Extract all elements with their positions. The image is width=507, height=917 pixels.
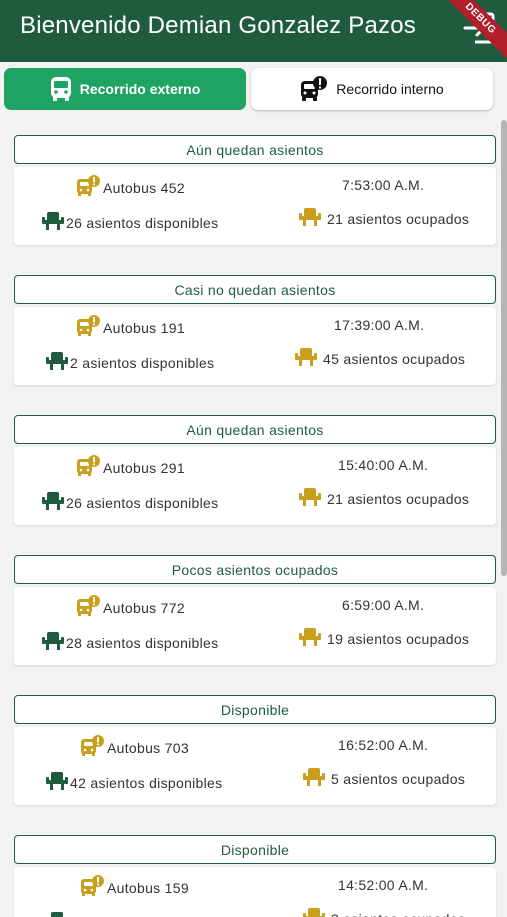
bus-card[interactable]: Aún quedan asientos Autobus 452 7:53:00 A.… — [14, 135, 496, 245]
seat-icon — [295, 347, 317, 370]
bus-name-row: Autobus 191 — [77, 315, 185, 340]
tab-label: Recorrido interno — [336, 81, 444, 97]
occupied-seats-row: 19 asientos ocupados — [299, 627, 469, 650]
bus-name-row: Autobus 452 — [77, 175, 185, 200]
status-header: Aún quedan asientos — [14, 415, 496, 444]
departure-time: 6:59:00 A.M. — [342, 597, 425, 613]
bus-name: Autobus 291 — [103, 459, 185, 476]
bus-card[interactable]: Aún quedan asientos Autobus 291 15:40:00 A… — [14, 415, 496, 525]
bus-name-row: Autobus 291 — [77, 455, 185, 480]
bus-name-row: Autobus 703 — [81, 735, 189, 760]
occupied-seats-row: 45 asientos ocupados — [295, 347, 465, 370]
departure-time: 15:40:00 A.M. — [338, 457, 429, 473]
seat-icon — [299, 207, 321, 230]
bus-card-body: Autobus 159 14:52:00 A.M. 44 asientos disp… — [14, 867, 496, 917]
occupied-seats-row: 5 asientos ocupados — [303, 767, 465, 790]
seat-icon — [42, 631, 64, 654]
seat-icon — [303, 907, 325, 917]
bus-card[interactable]: Casi no quedan asientos Autobus 191 17:39:… — [14, 275, 496, 385]
available-seats-row: 26 asientos disponibles — [42, 211, 218, 234]
seat-icon — [299, 627, 321, 650]
bus-name: Autobus 772 — [103, 599, 185, 616]
bus-name-row: Autobus 159 — [81, 875, 189, 900]
occupied-seats: 3 asientos ocupados — [331, 911, 465, 917]
available-seats-row: 42 asientos disponibles — [46, 771, 222, 794]
departure-time: 16:52:00 A.M. — [338, 737, 429, 753]
occupied-seats: 21 asientos ocupados — [327, 210, 470, 227]
bus-alert-icon — [77, 315, 101, 340]
bus-card-body: Autobus 772 6:59:00 A.M. 28 asientos dispo… — [14, 587, 496, 665]
bus-alert-icon — [77, 595, 101, 620]
occupied-seats: 45 asientos ocupados — [323, 350, 466, 367]
available-seats: 2 asientos disponibles — [70, 354, 215, 371]
bus-card[interactable]: Pocos asientos ocupados Autobus 772 6:59:0… — [14, 555, 496, 665]
seat-icon — [46, 911, 68, 917]
status-header: Disponible — [14, 695, 496, 724]
seat-icon — [299, 487, 321, 510]
scrollbar[interactable] — [501, 120, 507, 576]
bus-alert-icon — [81, 735, 105, 760]
status-header: Casi no quedan asientos — [14, 275, 496, 304]
available-seats: 28 asientos disponibles — [66, 634, 219, 651]
bus-name: Autobus 159 — [107, 879, 189, 896]
available-seats-row: 28 asientos disponibles — [42, 631, 218, 654]
page-title: Bienvenido Demian Gonzalez Pazos — [20, 12, 416, 39]
bus-name: Autobus 703 — [107, 739, 189, 756]
occupied-seats-row: 21 asientos ocupados — [299, 207, 469, 230]
bus-icon — [50, 77, 71, 101]
available-seats: 26 asientos disponibles — [66, 214, 219, 231]
seat-icon — [46, 771, 68, 794]
occupied-seats-row: 3 asientos ocupados — [303, 907, 465, 917]
tab-external-route[interactable]: Recorrido externo — [4, 68, 246, 110]
available-seats-row: 44 asientos disponibles — [46, 911, 222, 917]
bus-name: Autobus 452 — [103, 179, 185, 196]
seat-icon — [42, 491, 64, 514]
available-seats: 42 asientos disponibles — [70, 774, 223, 791]
seat-icon — [42, 211, 64, 234]
bus-card-body: Autobus 452 7:53:00 A.M. 26 asientos dispo… — [14, 167, 496, 245]
bus-alert-icon — [77, 455, 101, 480]
app-bar: Bienvenido Demian Gonzalez Pazos DEBUG — [0, 0, 507, 65]
occupied-seats: 19 asientos ocupados — [327, 630, 470, 647]
bus-name: Autobus 191 — [103, 319, 185, 336]
bus-alert-icon — [77, 175, 101, 200]
occupied-seats-row: 21 asientos ocupados — [299, 487, 469, 510]
bus-card-body: Autobus 291 15:40:00 A.M. 26 asientos disp… — [14, 447, 496, 525]
occupied-seats: 5 asientos ocupados — [331, 770, 466, 787]
available-seats-row: 26 asientos disponibles — [42, 491, 218, 514]
available-seats-row: 2 asientos disponibles — [46, 351, 214, 374]
departure-time: 17:39:00 A.M. — [334, 317, 425, 333]
bus-card-body: Autobus 191 17:39:00 A.M. 2 asientos dispo… — [14, 307, 496, 385]
status-header: Pocos asientos ocupados — [14, 555, 496, 584]
seat-icon — [303, 767, 325, 790]
bus-alert-icon — [81, 875, 105, 900]
bus-alert-icon — [301, 76, 328, 101]
route-tabs: Recorrido externo Recorrido interno — [4, 68, 503, 110]
tab-internal-route[interactable]: Recorrido interno — [251, 68, 493, 110]
bus-card-body: Autobus 703 16:52:00 A.M. 42 asientos disp… — [14, 727, 496, 805]
departure-time: 7:53:00 A.M. — [342, 177, 425, 193]
seat-icon — [46, 351, 68, 374]
available-seats: 26 asientos disponibles — [66, 494, 219, 511]
bus-name-row: Autobus 772 — [77, 595, 185, 620]
departure-time: 14:52:00 A.M. — [338, 877, 429, 893]
status-header: Aún quedan asientos — [14, 135, 496, 164]
occupied-seats: 21 asientos ocupados — [327, 490, 470, 507]
bus-card[interactable]: Disponible Autobus 703 16:52:00 A.M. 42 asi… — [14, 695, 496, 805]
tab-label: Recorrido externo — [79, 81, 201, 97]
bus-card[interactable]: Disponible Autobus 159 14:52:00 A.M. 44 asi… — [14, 835, 496, 917]
status-header: Disponible — [14, 835, 496, 864]
